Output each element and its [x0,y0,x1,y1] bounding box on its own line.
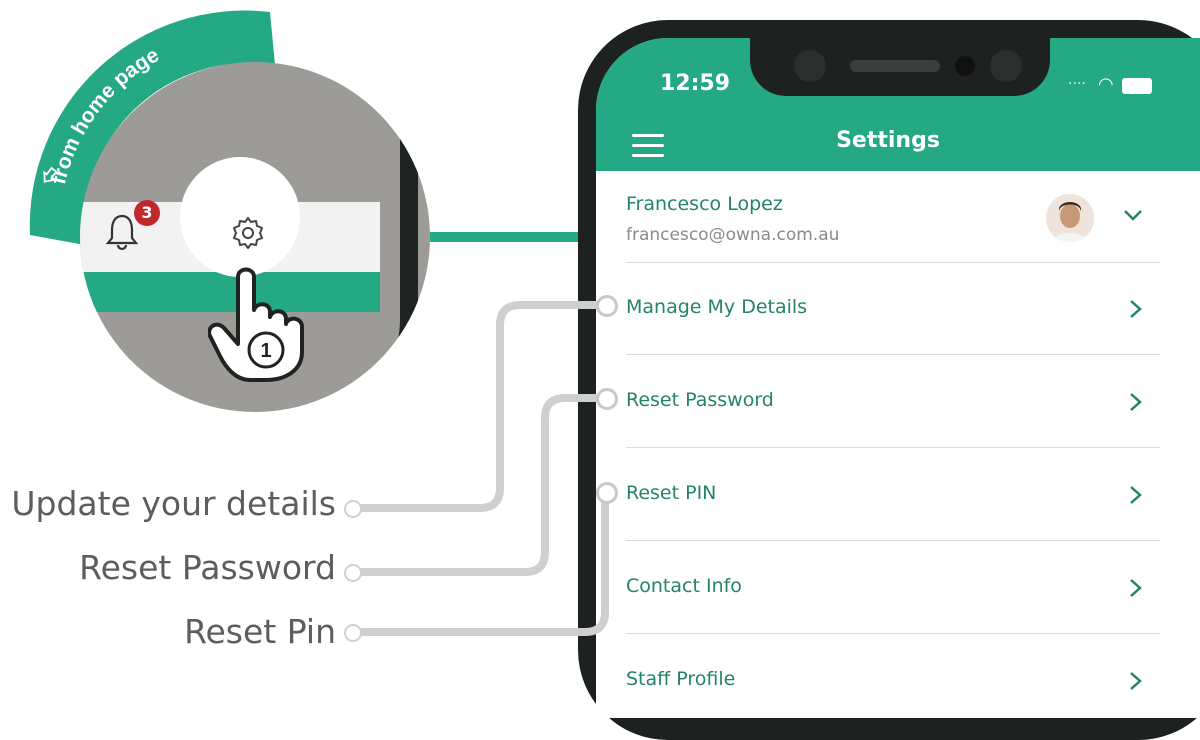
callout-reset-password: Reset Password [79,548,336,587]
callout-anchor [596,295,618,317]
callout-ring [344,564,362,582]
callout-ring [344,500,362,518]
callout-reset-pin: Reset Pin [184,612,336,651]
callout-ring [344,624,362,642]
callout-anchor [596,388,618,410]
callout-anchor [596,482,618,504]
callout-update-details: Update your details [11,484,336,523]
